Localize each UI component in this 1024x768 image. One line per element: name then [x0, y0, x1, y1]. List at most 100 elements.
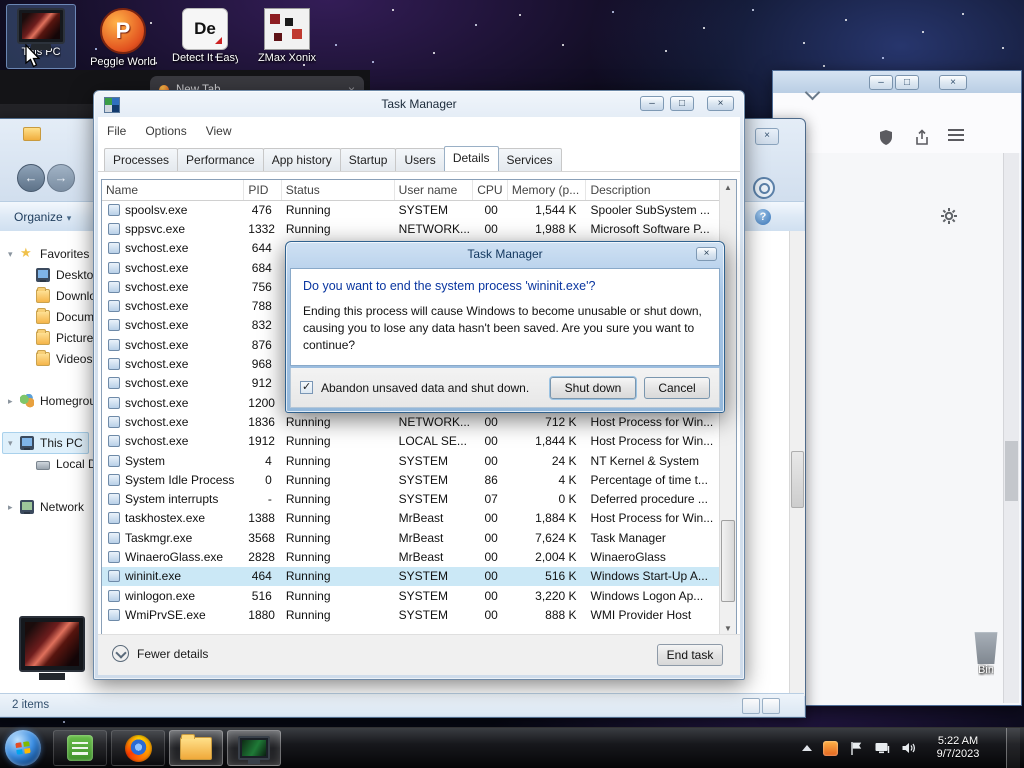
tab-performance[interactable]: Performance [177, 148, 264, 171]
tab-processes[interactable]: Processes [104, 148, 179, 171]
sidebar-item-label: Network [40, 500, 85, 514]
file-item-icon[interactable] [19, 616, 85, 672]
column-header[interactable]: Status [282, 180, 395, 200]
process-cell: 2828 [248, 549, 275, 564]
desktop: This PC P Peggle World De Detect It Easy ZMax… [0, 0, 1024, 768]
scrollbar[interactable] [789, 231, 805, 696]
shut-down-button[interactable]: Shut down [550, 376, 636, 399]
scroll-up-icon[interactable] [720, 180, 736, 195]
dialog-titlebar[interactable]: Task Manager [286, 242, 724, 266]
column-header[interactable]: PID [244, 180, 282, 200]
process-row[interactable]: Taskmgr.exe 3568 Running MrBeast 00 7,624 K Ta… [102, 528, 720, 547]
gear-icon[interactable] [941, 208, 957, 224]
column-header[interactable]: CPU [473, 180, 508, 200]
process-cell: WMI Provider Host [590, 607, 692, 622]
show-hidden-icons-icon[interactable] [802, 745, 812, 751]
taskbar-button-file-explorer[interactable] [169, 730, 223, 766]
security-tray-icon[interactable] [823, 740, 838, 756]
sidebar-item-videos[interactable]: Videos [18, 348, 98, 370]
process-row[interactable]: taskhostex.exe 1388 Running MrBeast 00 1,884 … [102, 509, 720, 528]
process-cell: Running [285, 221, 331, 236]
process-cell: Running [285, 202, 331, 217]
scrollbar[interactable] [1003, 153, 1019, 703]
minimize-button[interactable] [640, 96, 664, 111]
close-button[interactable] [755, 128, 779, 145]
fewer-details-button[interactable]: Fewer details [112, 645, 208, 662]
menu-options[interactable]: Options [145, 124, 186, 138]
titlebar[interactable]: Task Manager [94, 91, 744, 117]
minimize-button[interactable] [869, 75, 893, 90]
desktop-icon-this-pc[interactable]: This PC [6, 4, 76, 69]
start-button[interactable] [5, 730, 41, 766]
menu-file[interactable]: File [107, 124, 126, 138]
sidebar-item-network[interactable]: ▸ Network [2, 496, 90, 518]
close-button[interactable] [696, 247, 717, 261]
volume-icon[interactable] [901, 741, 916, 755]
dialog-title: Task Manager [467, 247, 543, 261]
help-icon[interactable] [755, 209, 771, 225]
scrollbar-thumb[interactable] [1005, 441, 1018, 501]
expander-icon[interactable]: ▾ [8, 249, 18, 260]
column-header[interactable]: Description [586, 180, 720, 200]
sidebar-item-this-pc[interactable]: ▾ This PC [2, 432, 89, 454]
taskbar-button-firefox[interactable] [111, 730, 165, 766]
process-cell: SYSTEM [398, 202, 449, 217]
taskbar-clock[interactable]: 5:22 AM 9/7/2023 [927, 735, 989, 761]
process-row[interactable]: svchost.exe 1912 Running LOCAL SE... 00 1,844… [102, 432, 720, 451]
process-row[interactable]: System interrupts - Running SYSTEM 07 0 K Defe… [102, 489, 720, 508]
menu-view[interactable]: View [206, 124, 232, 138]
share-icon[interactable] [914, 129, 930, 146]
tab-users[interactable]: Users [395, 148, 445, 171]
action-center-flag-icon[interactable] [849, 741, 863, 756]
forward-button[interactable] [47, 164, 75, 192]
column-header[interactable]: Memory (p... [508, 180, 587, 200]
shield-icon[interactable] [878, 129, 894, 146]
cancel-button[interactable]: Cancel [644, 376, 710, 399]
back-button[interactable] [17, 164, 45, 192]
expander-icon[interactable]: ▸ [8, 396, 18, 407]
column-header[interactable]: User name [395, 180, 474, 200]
network-icon[interactable] [874, 741, 890, 755]
recycle-bin-icon-item[interactable]: Bin [956, 632, 1016, 698]
process-row[interactable]: spoolsv.exe 476 Running SYSTEM 00 1,544 K Spoo… [102, 200, 720, 219]
maximize-button[interactable] [670, 96, 694, 111]
desktop-icon-peggle-world[interactable]: P Peggle World [88, 4, 158, 69]
menu-icon[interactable] [948, 129, 964, 141]
sidebar-item-favorites[interactable]: ▾ Favorites [2, 243, 95, 265]
process-name: svchost.exe [125, 357, 189, 372]
taskbar-button-notes-app[interactable] [53, 730, 107, 766]
desktop-icon-label: Detect It Easy [172, 52, 238, 64]
process-row[interactable]: winlogon.exe 516 Running SYSTEM 00 3,220 K Win… [102, 586, 720, 605]
scrollbar-thumb[interactable] [791, 451, 804, 508]
show-desktop-button[interactable] [1006, 728, 1020, 768]
process-cell: System interrupts [102, 492, 244, 506]
tab-startup[interactable]: Startup [339, 148, 397, 171]
tab-app-history[interactable]: App history [262, 148, 341, 171]
column-header[interactable]: Name [102, 180, 245, 200]
expander-icon[interactable]: ▾ [8, 438, 18, 449]
process-row[interactable]: wininit.exe 464 Running SYSTEM 00 516 K Window… [102, 566, 720, 586]
process-row[interactable]: WinaeroGlass.exe 2828 Running MrBeast 00 2,00… [102, 547, 720, 566]
taskbar-button-task-manager[interactable] [227, 730, 281, 766]
process-row[interactable]: sppsvc.exe 1332 Running NETWORK... 00 1,988 K… [102, 219, 720, 238]
desktop-icon-detect-it-easy[interactable]: De Detect It Easy [170, 4, 240, 69]
organize-button[interactable]: Organize [14, 210, 71, 224]
scrollbar-thumb[interactable] [721, 520, 735, 602]
tab-details[interactable]: Details [443, 146, 499, 171]
abandon-data-checkbox[interactable] [300, 380, 313, 394]
dialog-message: Ending this process will cause Windows t… [303, 304, 702, 352]
end-task-button[interactable]: End task [657, 644, 723, 666]
process-name: svchost.exe [125, 395, 189, 410]
close-button[interactable] [939, 75, 967, 90]
process-row[interactable]: svchost.exe 1836 Running NETWORK... 00 712 K H… [102, 412, 720, 431]
search-icon[interactable] [753, 177, 775, 199]
process-row[interactable]: System 4 Running SYSTEM 00 24 K NT Kernel & Sy… [102, 451, 720, 470]
expander-icon[interactable]: ▸ [8, 502, 18, 513]
maximize-button[interactable] [895, 75, 919, 90]
process-row[interactable]: WmiPrvSE.exe 1880 Running SYSTEM 00 888 K WMI … [102, 605, 720, 624]
desktop-icon-zmax-xonix[interactable]: ZMax Xonix [252, 4, 322, 69]
view-toggle-buttons[interactable] [742, 698, 780, 714]
close-button[interactable] [707, 96, 734, 111]
process-row[interactable]: System Idle Process 0 Running SYSTEM 86 4 K Pe… [102, 470, 720, 489]
tab-services[interactable]: Services [497, 148, 562, 171]
